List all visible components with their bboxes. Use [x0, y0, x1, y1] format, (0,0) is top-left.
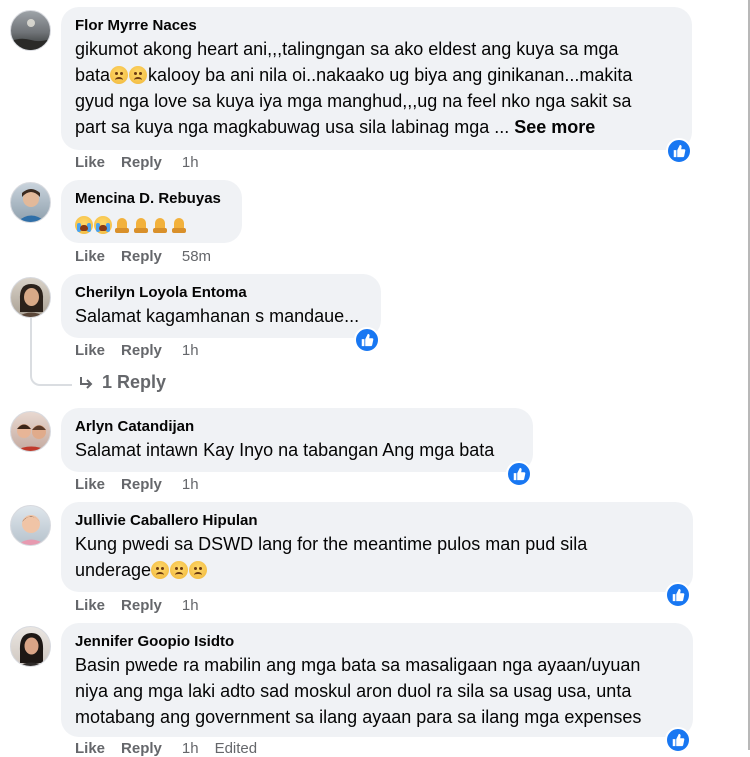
comment-bubble: Arlyn Catandijan Salamat intawn Kay Inyo… — [61, 408, 533, 472]
comment-bubble: Flor Myrre Naces gikumot akong heart ani… — [61, 7, 692, 150]
folded-hands-emoji — [151, 216, 169, 234]
avatar[interactable] — [10, 626, 51, 667]
comment-bubble: Cherilyn Loyola Entoma Salamat kagamhana… — [61, 274, 381, 338]
like-button[interactable]: Like — [75, 740, 105, 757]
comment-text: Kung pwedi sa DSWD lang for the meantime… — [75, 534, 588, 580]
reply-button[interactable]: Reply — [121, 154, 162, 171]
sad-face-emoji — [151, 561, 170, 579]
like-button[interactable]: Like — [75, 597, 105, 614]
comment-bubble: Jullivie Caballero Hipulan Kung pwedi sa… — [61, 502, 693, 592]
comment-actions: Like Reply 1h — [75, 476, 199, 493]
avatar[interactable] — [10, 277, 51, 318]
comment-author[interactable]: Jennifer Goopio Isidto — [75, 632, 679, 652]
folded-hands-emoji — [170, 216, 188, 234]
comment-timestamp[interactable]: 1h — [182, 740, 199, 757]
comment-timestamp[interactable]: 1h — [182, 342, 199, 359]
reply-button[interactable]: Reply — [121, 740, 162, 757]
avatar-image — [17, 515, 46, 545]
comment-actions: Like Reply 1h Edited — [75, 740, 257, 757]
like-button[interactable]: Like — [75, 154, 105, 171]
crying-face-emoji — [75, 216, 93, 234]
like-reaction-icon[interactable] — [666, 138, 692, 164]
comment-timestamp[interactable]: 1h — [182, 597, 199, 614]
comment-text: Basin pwede ra mabilin ang mga bata sa m… — [75, 655, 642, 727]
folded-hands-emoji — [113, 216, 131, 234]
comment-author[interactable]: Flor Myrre Naces — [75, 16, 678, 36]
comment-bubble: Mencina D. Rebuyas — [61, 180, 242, 243]
like-reaction-icon[interactable] — [665, 727, 691, 753]
comment-text: Salamat kagamhanan s mandaue... — [75, 306, 360, 326]
comment-text: Salamat intawn Kay Inyo na tabangan Ang … — [75, 440, 495, 460]
like-reaction-icon[interactable] — [354, 327, 380, 353]
comment-author[interactable]: Jullivie Caballero Hipulan — [75, 511, 679, 531]
like-button[interactable]: Like — [75, 342, 105, 359]
comment-author[interactable]: Mencina D. Rebuyas — [75, 189, 228, 209]
comment-text: gikumot akong heart ani,,,talingngan sa … — [75, 39, 633, 137]
sad-face-emoji — [189, 561, 208, 579]
folded-hands-emoji — [132, 216, 150, 234]
avatar-image — [11, 19, 50, 50]
comment-timestamp[interactable]: 1h — [182, 154, 199, 171]
reply-button[interactable]: Reply — [121, 476, 162, 493]
comment-author[interactable]: Cherilyn Loyola Entoma — [75, 283, 367, 303]
avatar[interactable] — [10, 411, 51, 452]
reply-arrow-icon — [80, 376, 93, 389]
comment-bubble: Jennifer Goopio Isidto Basin pwede ra ma… — [61, 623, 693, 737]
see-more-link[interactable]: See more — [514, 117, 595, 137]
reply-button[interactable]: Reply — [121, 597, 162, 614]
comment-text — [75, 212, 228, 238]
comment-actions: Like Reply 58m — [75, 248, 211, 265]
avatar[interactable] — [10, 182, 51, 223]
like-button[interactable]: Like — [75, 248, 105, 265]
like-reaction-icon[interactable] — [506, 461, 532, 487]
avatar-image — [18, 633, 45, 666]
comment-actions: Like Reply 1h — [75, 154, 199, 171]
view-replies-link[interactable]: 1 Reply — [78, 372, 166, 393]
avatar[interactable] — [10, 10, 51, 51]
like-reaction-icon[interactable] — [665, 582, 691, 608]
comment-author[interactable]: Arlyn Catandijan — [75, 417, 519, 437]
reply-button[interactable]: Reply — [121, 342, 162, 359]
comment-actions: Like Reply 1h — [75, 342, 199, 359]
avatar-image — [14, 424, 49, 451]
comment-actions: Like Reply 1h — [75, 597, 199, 614]
avatar[interactable] — [10, 505, 51, 546]
sad-face-emoji — [129, 66, 148, 84]
edited-label: Edited — [214, 740, 258, 757]
avatar-image — [17, 189, 46, 222]
reply-button[interactable]: Reply — [121, 248, 162, 265]
sad-face-emoji — [170, 561, 189, 579]
comment-timestamp[interactable]: 1h — [182, 476, 199, 493]
avatar-image — [17, 284, 46, 317]
crying-face-emoji — [94, 216, 112, 234]
comment-timestamp[interactable]: 58m — [182, 248, 211, 265]
sad-face-emoji — [110, 66, 129, 84]
like-button[interactable]: Like — [75, 476, 105, 493]
